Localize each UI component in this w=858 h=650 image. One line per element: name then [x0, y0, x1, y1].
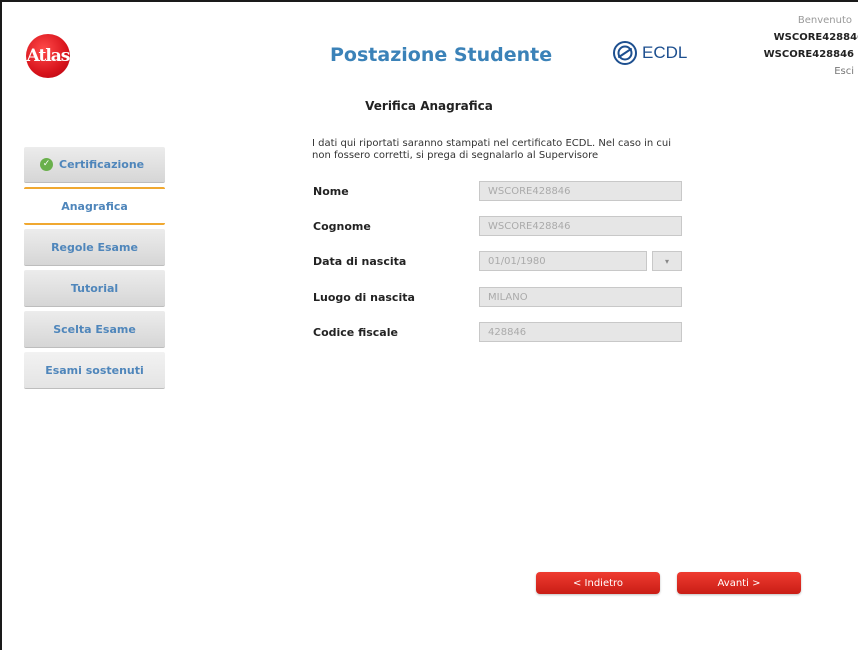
user-info: Benvenuto WSCORE428846 WSCORE428846 Esci	[764, 12, 858, 80]
form-row-codice-fiscale: Codice fiscale	[313, 321, 693, 343]
cognome-field[interactable]	[479, 216, 682, 236]
ecdl-emblem-icon	[613, 41, 637, 65]
steps-sidebar: ✓ Certificazione Anagrafica Regole Esame…	[24, 147, 165, 393]
ecdl-label: ECDL	[642, 43, 688, 62]
sidebar-item-label: Esami sostenuti	[45, 363, 144, 377]
username-line1: WSCORE428846	[773, 32, 858, 43]
codice-fiscale-field[interactable]	[479, 322, 682, 342]
back-button[interactable]: < Indietro	[536, 572, 660, 594]
luogo-nascita-field[interactable]	[479, 287, 682, 307]
sidebar-item-label: Certificazione	[59, 158, 145, 171]
date-picker-button[interactable]: ▾	[652, 251, 682, 271]
welcome-text: Benvenuto	[797, 15, 852, 26]
sidebar-item-label: Anagrafica	[61, 199, 128, 213]
sidebar-item-regole-esame[interactable]: Regole Esame	[24, 229, 165, 266]
sidebar-item-anagrafica[interactable]: Anagrafica	[24, 187, 165, 225]
nome-field[interactable]	[479, 181, 682, 201]
ecdl-logo: ECDL	[612, 40, 687, 66]
data-nascita-field[interactable]	[479, 251, 647, 271]
username-line2: WSCORE428846	[763, 49, 854, 60]
chevron-down-icon: ▾	[664, 256, 669, 266]
sidebar-item-label: Regole Esame	[51, 240, 138, 254]
next-button[interactable]: Avanti >	[677, 572, 801, 594]
form-row-cognome: Cognome	[313, 215, 693, 237]
form-row-luogo-nascita: Luogo di nascita	[313, 286, 693, 308]
sidebar-item-tutorial[interactable]: Tutorial	[24, 270, 165, 307]
sidebar-item-label: Scelta Esame	[53, 322, 136, 336]
sidebar-item-esami-sostenuti[interactable]: Esami sostenuti	[24, 352, 165, 389]
luogo-nascita-label: Luogo di nascita	[313, 290, 415, 304]
page-title: Verifica Anagrafica	[365, 99, 493, 113]
cognome-label: Cognome	[313, 219, 371, 233]
nome-label: Nome	[313, 184, 349, 198]
atlas-logo: Atlas	[26, 34, 70, 78]
data-nascita-label: Data di nascita	[313, 254, 407, 268]
sidebar-item-certificazione[interactable]: ✓ Certificazione	[24, 147, 165, 183]
sidebar-item-label: Tutorial	[70, 281, 119, 295]
form-row-data-nascita: Data di nascita ▾	[313, 250, 693, 272]
notice-text: I dati qui riportati saranno stampati ne…	[312, 138, 672, 161]
logout-link[interactable]: Esci	[764, 63, 858, 80]
codice-fiscale-label: Codice fiscale	[313, 325, 398, 339]
check-icon: ✓	[40, 158, 53, 171]
window-frame-left	[0, 0, 2, 650]
form-row-nome: Nome	[313, 180, 693, 202]
sidebar-item-scelta-esame[interactable]: Scelta Esame	[24, 311, 165, 348]
window-frame-top	[0, 0, 858, 2]
app-title: Postazione Studente	[330, 44, 553, 66]
